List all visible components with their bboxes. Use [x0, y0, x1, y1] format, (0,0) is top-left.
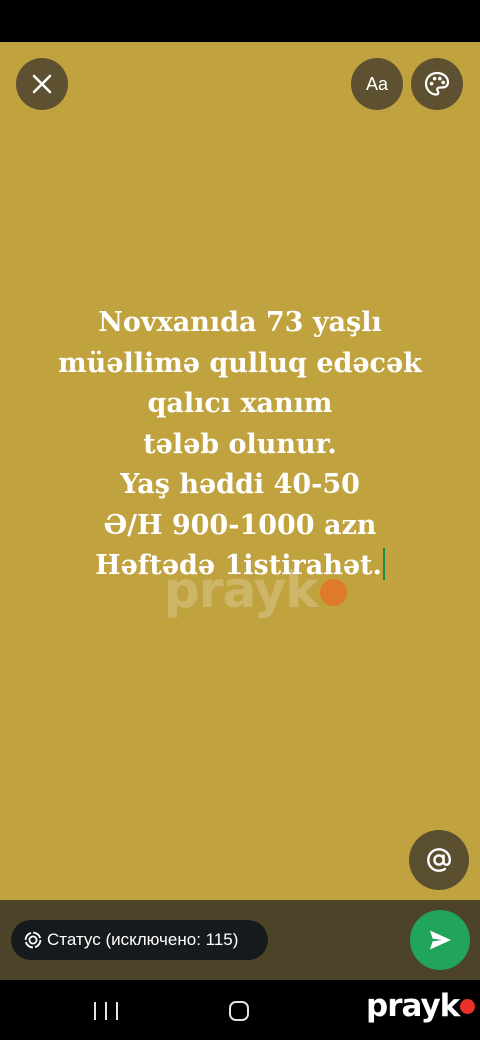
status-privacy-label: Статус (исключено: 115) — [47, 930, 239, 949]
at-sign-icon — [427, 848, 452, 872]
status-text[interactable]: Novxanıda 73 yaşlı müəllimə qulluq edəcə… — [0, 303, 480, 587]
close-icon — [32, 74, 52, 94]
status-text-line: Ə/H 900-1000 azn — [103, 509, 377, 541]
status-privacy-button[interactable]: Статус (исключено: 115) — [11, 920, 268, 960]
watermark-logo: prayk — [164, 560, 347, 620]
send-icon — [430, 930, 451, 950]
recent-apps-icon[interactable] — [94, 1002, 118, 1020]
mention-button[interactable] — [409, 830, 469, 890]
font-style-label: Aa — [365, 73, 389, 94]
text-cursor — [382, 548, 385, 580]
status-text-line: tələb olunur. — [143, 428, 337, 460]
status-text-line: müəllimə qulluq edəcək — [58, 347, 422, 379]
status-ring-icon — [24, 931, 42, 949]
status-text-line: Yaş həddi 40-50 — [120, 469, 360, 500]
send-button[interactable] — [410, 910, 470, 970]
status-text-line: Novxanıda 73 yaşlı — [98, 307, 382, 338]
close-button[interactable] — [16, 58, 68, 110]
font-style-button[interactable]: Aa — [351, 58, 403, 110]
corner-watermark-logo: prayk — [366, 986, 476, 1026]
status-text-line: qalıcı xanım — [147, 388, 333, 419]
palette-icon — [424, 71, 450, 96]
system-status-bar — [0, 0, 480, 42]
home-icon[interactable] — [229, 1001, 249, 1021]
color-palette-button[interactable] — [411, 58, 463, 110]
